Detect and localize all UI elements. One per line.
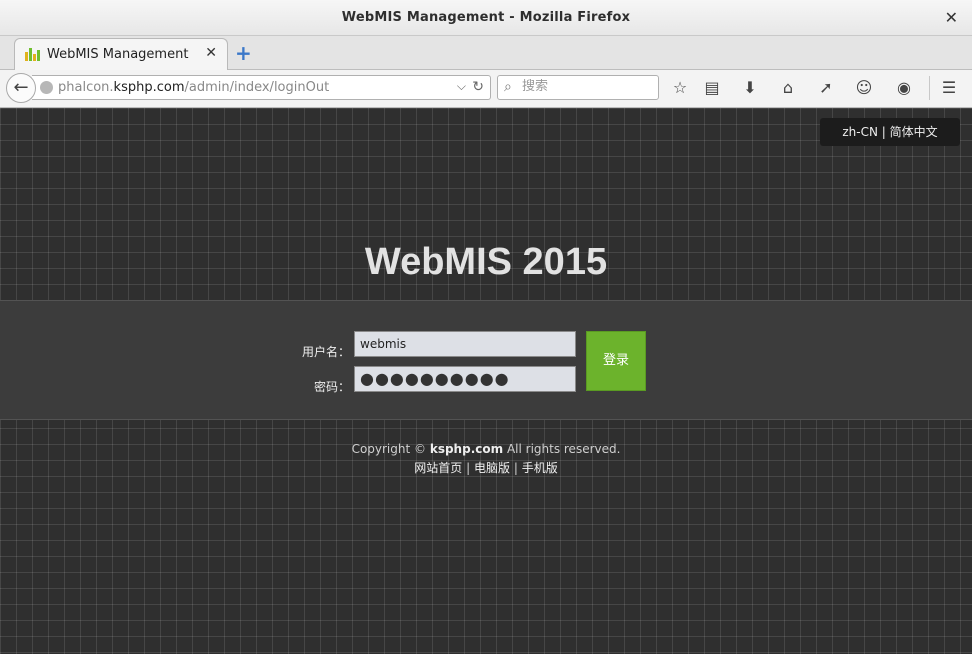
chat-smiley-icon[interactable]: ☺	[853, 78, 875, 97]
tab-webmis[interactable]: WebMIS Management ✕	[14, 38, 228, 71]
hamburger-menu-icon[interactable]: ☰	[938, 78, 960, 97]
footer-link-mobile[interactable]: 手机版	[522, 461, 558, 475]
window-title: WebMIS Management - Mozilla Firefox	[341, 10, 631, 25]
tab-strip: WebMIS Management ✕ +	[0, 36, 972, 71]
footer: Copyright © ksphp.com All rights reserve…	[0, 440, 972, 478]
magnifier-icon: ⌕	[504, 79, 512, 95]
navigation-bar: phalcon.ksphp.com/admin/index/loginOut ⌵…	[0, 70, 972, 108]
tab-label: WebMIS Management	[47, 47, 189, 62]
footer-links: 网站首页 | 电脑版 | 手机版	[0, 459, 972, 478]
bookmarks-clipboard-icon[interactable]: ▤	[701, 78, 723, 97]
search-input[interactable]	[522, 79, 652, 94]
password-label: 密码：	[313, 380, 350, 394]
window-close-icon[interactable]: ✕	[945, 8, 958, 27]
downloads-arrow-icon[interactable]: ⬇	[739, 78, 761, 97]
footer-separator: |	[466, 461, 471, 475]
login-button[interactable]: 登录	[586, 331, 646, 391]
page-title: WebMIS 2015	[364, 241, 608, 283]
home-icon[interactable]: ⌂	[777, 78, 799, 97]
login-page: zh-CN | 简体中文 WebMIS 2015 用户名： webmis 密码：…	[0, 108, 972, 654]
send-paper-plane-icon[interactable]: ➚	[815, 78, 837, 97]
language-switch[interactable]: zh-CN | 简体中文	[820, 118, 960, 146]
footer-link-desktop[interactable]: 电脑版	[474, 461, 510, 475]
reload-icon[interactable]: ↻	[472, 79, 484, 95]
login-form-band: 用户名： webmis 密码： ●●●●●●●●●● 登录	[0, 300, 972, 420]
url-text[interactable]: phalcon.ksphp.com/admin/index/loginOut	[58, 80, 329, 95]
search-box[interactable]: ⌕	[497, 75, 659, 100]
webmis-favicon-icon	[25, 48, 41, 61]
back-arrow-icon[interactable]: ←	[6, 73, 36, 103]
copyright-line: Copyright © ksphp.com All rights reserve…	[351, 442, 621, 456]
account-avatar-icon[interactable]: ◉	[893, 78, 915, 97]
new-tab-plus-icon[interactable]: +	[235, 41, 252, 65]
url-bar[interactable]: phalcon.ksphp.com/admin/index/loginOut ⌵…	[32, 75, 491, 100]
copyright-site: ksphp.com	[429, 442, 504, 456]
username-input[interactable]: webmis	[354, 331, 576, 357]
password-input[interactable]: ●●●●●●●●●●	[354, 366, 576, 392]
url-history-dropdown-icon[interactable]: ⌵	[457, 79, 466, 94]
footer-separator: |	[513, 461, 518, 475]
tab-close-icon[interactable]: ✕	[205, 45, 217, 61]
toolbar-divider	[929, 76, 930, 100]
window-titlebar: WebMIS Management - Mozilla Firefox ✕	[0, 0, 972, 36]
site-identity-globe-icon[interactable]	[40, 81, 53, 94]
bookmark-star-icon[interactable]: ☆	[669, 78, 691, 97]
username-label: 用户名：	[301, 345, 350, 359]
footer-link-home[interactable]: 网站首页	[414, 461, 462, 475]
